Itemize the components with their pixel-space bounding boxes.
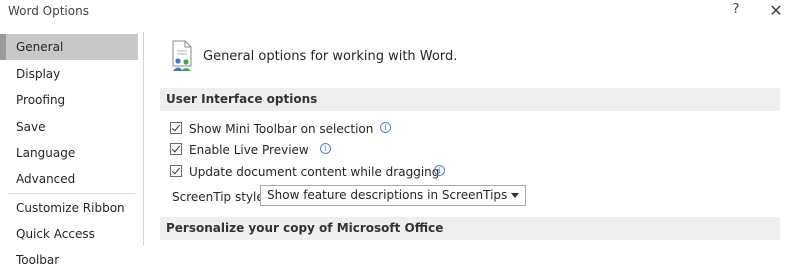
sidebar-item-quick-access-toolbar[interactable]: Quick Access Toolbar [0, 221, 138, 267]
close-icon[interactable]: ✕ [766, 1, 786, 23]
window-title: Word Options [8, 4, 89, 18]
screentip-style-value: Show feature descriptions in ScreenTips [267, 188, 508, 202]
info-icon[interactable]: i [380, 122, 391, 133]
sidebar-item-general[interactable]: General [0, 34, 138, 60]
sidebar-nav: General Display Proofing Save Language A… [0, 32, 138, 267]
page-title: General options for working with Word. [203, 49, 458, 64]
main-panel: General options for working with Word. U… [144, 32, 800, 246]
sidebar-item-display[interactable]: Display [0, 61, 138, 87]
sidebar-item-language[interactable]: Language [0, 140, 138, 166]
info-icon[interactable]: i [320, 143, 331, 154]
general-options-icon [172, 40, 192, 71]
screentip-style-select[interactable]: Show feature descriptions in ScreenTips [260, 185, 526, 206]
title-bar: Word Options ? ✕ [0, 0, 800, 32]
screentip-style-label: ScreenTip style: [172, 190, 268, 204]
chevron-down-icon[interactable] [511, 193, 519, 198]
info-icon[interactable]: i [434, 165, 445, 176]
mini-toolbar-label: Show Mini Toolbar on selection [189, 122, 374, 136]
section-header-personalize: Personalize your copy of Microsoft Offic… [160, 217, 780, 240]
mini-toolbar-checkbox[interactable] [170, 122, 182, 134]
sidebar-item-customize-ribbon[interactable]: Customize Ribbon [0, 195, 138, 221]
help-icon[interactable]: ? [727, 2, 745, 22]
sidebar-item-save[interactable]: Save [0, 114, 138, 140]
live-preview-label: Enable Live Preview [189, 143, 309, 157]
update-dragging-checkbox[interactable] [170, 165, 182, 177]
sidebar-item-proofing[interactable]: Proofing [0, 87, 138, 113]
sidebar-divider [8, 193, 135, 194]
sidebar-item-advanced[interactable]: Advanced [0, 166, 138, 192]
section-header-user-interface: User Interface options [160, 88, 780, 111]
live-preview-checkbox[interactable] [170, 143, 182, 155]
update-dragging-label: Update document content while dragging [189, 165, 440, 179]
